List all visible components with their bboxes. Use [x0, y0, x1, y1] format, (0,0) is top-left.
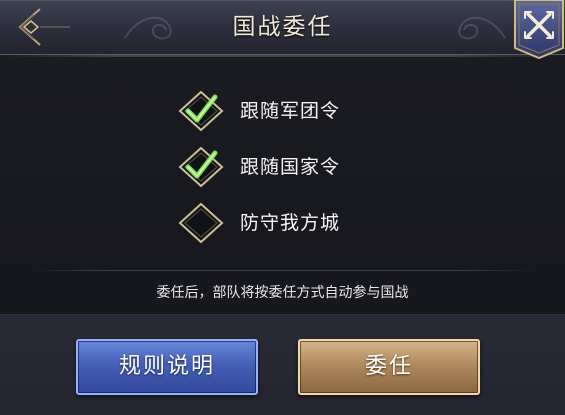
checkbox[interactable]: [176, 201, 226, 245]
divider: [30, 270, 535, 271]
option-label: 跟随军团令: [240, 100, 341, 122]
checkbox[interactable]: [176, 89, 226, 133]
entrust-button[interactable]: 委任: [298, 339, 480, 395]
page-title: 国战委任: [232, 14, 333, 40]
close-button[interactable]: [513, 0, 565, 60]
dialog-header: 国战委任: [0, 0, 565, 57]
hint-text: 委任后，部队将按委任方式自动参与国战: [156, 285, 409, 301]
rules-button[interactable]: 规则说明: [76, 339, 258, 395]
option-label: 跟随国家令: [240, 156, 341, 178]
checkbox[interactable]: [176, 145, 226, 189]
entrust-dialog: 国战委任 跟随军团令 跟随国家令 防守我方城 委任后，部队将按委任方式自动参与国…: [0, 0, 565, 415]
close-x-icon: [514, 0, 564, 60]
option-label: 防守我方城: [240, 212, 341, 234]
